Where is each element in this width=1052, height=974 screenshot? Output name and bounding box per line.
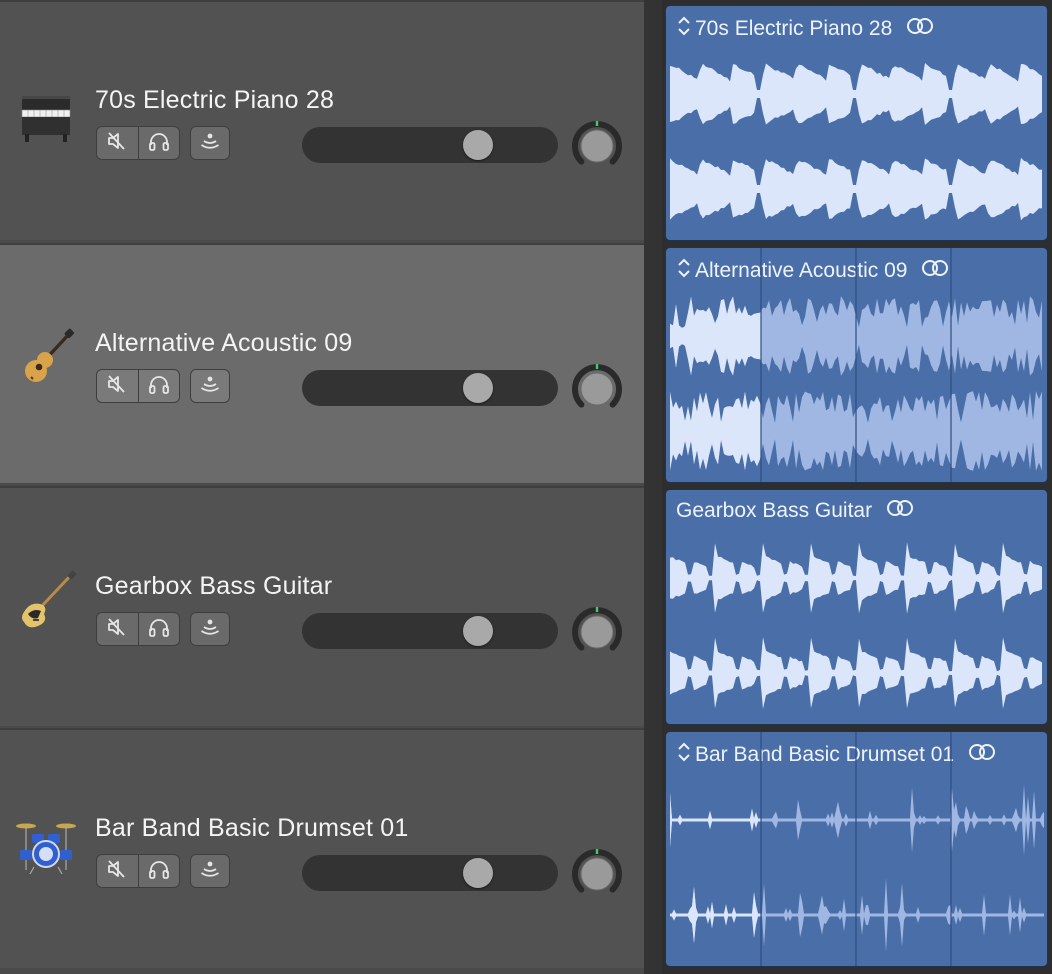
audio-region[interactable]: 70s Electric Piano 28 bbox=[665, 5, 1048, 241]
pan-knob-icon bbox=[571, 607, 623, 662]
mute-button[interactable] bbox=[97, 370, 138, 402]
headphones-icon bbox=[147, 616, 171, 643]
mute-speaker-icon bbox=[106, 858, 128, 885]
volume-slider[interactable] bbox=[302, 613, 558, 649]
mute-solo-group bbox=[96, 369, 180, 403]
panel-divider[interactable] bbox=[644, 0, 662, 974]
solo-button[interactable] bbox=[137, 127, 180, 159]
pan-knob[interactable] bbox=[571, 606, 623, 658]
loop-rings-icon bbox=[904, 16, 936, 42]
mute-speaker-icon bbox=[106, 130, 128, 157]
mute-speaker-icon bbox=[106, 373, 128, 400]
mute-solo-group bbox=[96, 854, 180, 888]
mute-button[interactable] bbox=[97, 613, 138, 645]
input-monitor-icon bbox=[198, 373, 222, 400]
mute-solo-group bbox=[96, 612, 180, 646]
track-header[interactable]: Bar Band Basic Drumset 01 bbox=[0, 728, 644, 968]
track-name: Gearbox Bass Guitar bbox=[95, 572, 333, 600]
region-title[interactable]: 70s Electric Piano 28 bbox=[676, 14, 936, 44]
volume-slider[interactable] bbox=[302, 855, 558, 891]
region-title[interactable]: Alternative Acoustic 09 bbox=[676, 256, 951, 286]
region-title[interactable]: Bar Band Basic Drumset 01 bbox=[676, 740, 998, 770]
electric-piano-icon bbox=[14, 84, 78, 148]
solo-button[interactable] bbox=[137, 855, 180, 887]
loop-rings-icon bbox=[884, 498, 916, 524]
tracks-area: 70s Electric Piano 28 Alternative Acoust… bbox=[662, 0, 1052, 974]
headphones-icon bbox=[147, 858, 171, 885]
track-name: Alternative Acoustic 09 bbox=[95, 329, 353, 357]
input-monitor-button[interactable] bbox=[190, 369, 230, 403]
mute-button[interactable] bbox=[97, 855, 138, 887]
mute-speaker-icon bbox=[106, 616, 128, 643]
loop-rings-icon bbox=[919, 258, 951, 284]
loop-rings-icon bbox=[966, 742, 998, 768]
pan-knob-icon bbox=[571, 121, 623, 176]
mute-solo-group bbox=[96, 126, 180, 160]
volume-slider-thumb[interactable] bbox=[463, 616, 494, 646]
input-monitor-button[interactable] bbox=[190, 612, 230, 646]
mute-button[interactable] bbox=[97, 127, 138, 159]
region-title[interactable]: Gearbox Bass Guitar bbox=[676, 498, 916, 524]
volume-slider[interactable] bbox=[302, 370, 558, 406]
pan-knob[interactable] bbox=[571, 848, 623, 900]
volume-slider[interactable] bbox=[302, 127, 558, 163]
chevron-updown-icon bbox=[676, 256, 692, 286]
input-monitor-icon bbox=[198, 616, 222, 643]
input-monitor-icon bbox=[198, 130, 222, 157]
track-headers-panel: 70s Electric Piano 28 Alternative Acoust… bbox=[0, 0, 644, 974]
region-name: Bar Band Basic Drumset 01 bbox=[695, 743, 955, 766]
input-monitor-button[interactable] bbox=[190, 854, 230, 888]
audio-region[interactable]: Alternative Acoustic 09 bbox=[665, 247, 1048, 483]
audio-region[interactable]: Bar Band Basic Drumset 01 bbox=[665, 731, 1048, 967]
drumset-icon bbox=[14, 812, 78, 876]
track-header[interactable]: Alternative Acoustic 09 bbox=[0, 243, 644, 483]
region-name: Alternative Acoustic 09 bbox=[695, 259, 908, 282]
volume-slider-thumb[interactable] bbox=[463, 130, 494, 160]
chevron-updown-icon bbox=[676, 740, 692, 770]
chevron-updown-icon bbox=[676, 14, 692, 44]
pan-knob-icon bbox=[571, 364, 623, 419]
acoustic-guitar-icon bbox=[14, 327, 78, 391]
pan-knob[interactable] bbox=[571, 120, 623, 172]
input-monitor-button[interactable] bbox=[190, 126, 230, 160]
solo-button[interactable] bbox=[137, 370, 180, 402]
bass-guitar-icon bbox=[14, 570, 78, 634]
solo-button[interactable] bbox=[137, 613, 180, 645]
track-name: 70s Electric Piano 28 bbox=[95, 86, 335, 114]
track-header[interactable]: Gearbox Bass Guitar bbox=[0, 486, 644, 726]
track-name: Bar Band Basic Drumset 01 bbox=[95, 814, 409, 842]
volume-slider-thumb[interactable] bbox=[463, 858, 494, 888]
input-monitor-icon bbox=[198, 858, 222, 885]
audio-region[interactable]: Gearbox Bass Guitar bbox=[665, 489, 1048, 725]
region-name: 70s Electric Piano 28 bbox=[695, 17, 893, 40]
headphones-icon bbox=[147, 373, 171, 400]
pan-knob-icon bbox=[571, 849, 623, 904]
headphones-icon bbox=[147, 130, 171, 157]
volume-slider-thumb[interactable] bbox=[463, 373, 494, 403]
region-name: Gearbox Bass Guitar bbox=[676, 499, 873, 522]
track-header[interactable]: 70s Electric Piano 28 bbox=[0, 0, 644, 240]
pan-knob[interactable] bbox=[571, 363, 623, 415]
